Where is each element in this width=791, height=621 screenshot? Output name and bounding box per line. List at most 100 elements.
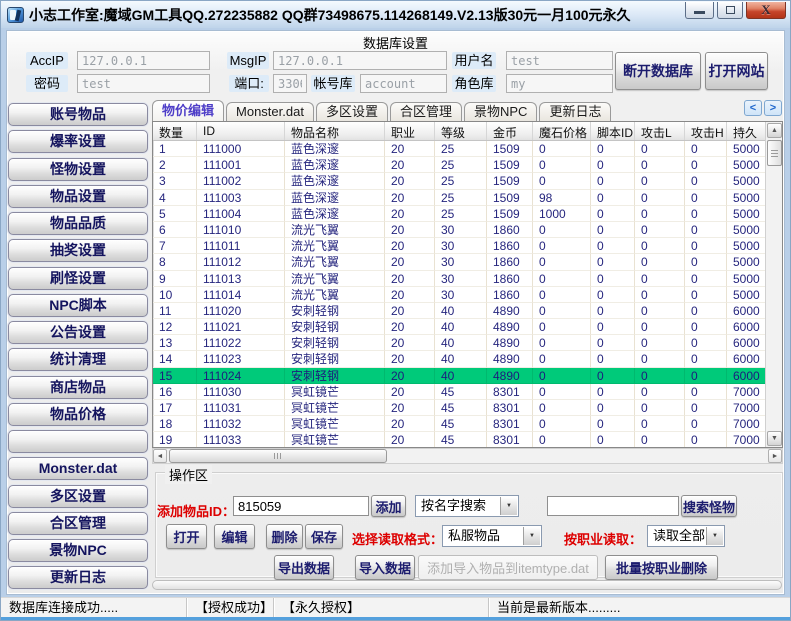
column-header-7[interactable]: 魔石价格 (533, 122, 591, 140)
table-row[interactable]: 2111001蓝色深邃2025150900005000 (153, 157, 765, 173)
batch-delete-by-class-button[interactable]: 批量按职业删除 (605, 555, 718, 580)
sidebar-item-14[interactable]: Monster.dat (8, 457, 148, 480)
scroll-up-button[interactable]: ▲ (767, 123, 782, 138)
monster-search-input[interactable] (547, 496, 679, 516)
edit-button[interactable]: 编辑 (214, 524, 255, 549)
add-item-id-input[interactable] (233, 496, 369, 516)
port-field[interactable] (273, 74, 307, 93)
table-cell: 7000 (727, 416, 765, 432)
scroll-right-button[interactable]: ► (768, 449, 782, 463)
table-row[interactable]: 19111033冥虹镜芒2045830100007000 (153, 432, 765, 447)
table-row[interactable]: 17111031冥虹镜芒2045830100007000 (153, 400, 765, 416)
tab-2[interactable]: Monster.dat (226, 102, 314, 121)
open-button[interactable]: 打开 (166, 524, 207, 549)
close-button[interactable]: X (746, 2, 786, 19)
table-row[interactable]: 13111022安刺轻钢2040489000006000 (153, 335, 765, 351)
column-header-11[interactable]: 持久 (727, 122, 767, 140)
table-row[interactable]: 14111023安刺轻钢2040489000006000 (153, 351, 765, 367)
save-button[interactable]: 保存 (305, 524, 343, 549)
column-header-4[interactable]: 职业 (385, 122, 435, 140)
maximize-button[interactable] (717, 2, 743, 19)
tab-5[interactable]: 景物NPC (464, 102, 537, 121)
tab-scroll-left-button[interactable]: < (744, 100, 762, 116)
table-cell: 0 (533, 173, 591, 189)
sidebar-item-2[interactable]: 爆率设置 (8, 130, 148, 153)
role-db-field[interactable] (506, 74, 613, 93)
column-header-2[interactable]: ID (197, 122, 285, 140)
import-data-button[interactable]: 导入数据 (355, 555, 415, 580)
scroll-down-button[interactable]: ▼ (767, 431, 782, 446)
sidebar-item-7[interactable]: 刷怪设置 (8, 267, 148, 290)
table-row[interactable]: 12111021安刺轻钢2040489000006000 (153, 319, 765, 335)
vertical-scroll-thumb[interactable] (767, 140, 782, 166)
table-row[interactable]: 18111032冥虹镜芒2045830100007000 (153, 416, 765, 432)
table-row[interactable]: 10111014流光飞翼2030186000005000 (153, 287, 765, 303)
sidebar-item-13[interactable] (8, 430, 148, 453)
sidebar-item-9[interactable]: 公告设置 (8, 321, 148, 344)
column-header-9[interactable]: 攻击L (635, 122, 685, 140)
delete-button[interactable]: 删除 (266, 524, 303, 549)
sidebar-item-5[interactable]: 物品品质 (8, 212, 148, 235)
sidebar-item-4[interactable]: 物品设置 (8, 185, 148, 208)
tab-6[interactable]: 更新日志 (539, 102, 611, 121)
tab-scroll-right-button[interactable]: > (764, 100, 782, 116)
account-db-field[interactable] (360, 74, 447, 93)
column-header-1[interactable]: 数量 (153, 122, 197, 140)
sidebar-item-1[interactable]: 账号物品 (8, 103, 148, 126)
read-by-class-select[interactable]: 读取全部 ▼ (647, 525, 725, 547)
column-header-6[interactable]: 金币 (487, 122, 533, 140)
add-button[interactable]: 添加 (371, 495, 406, 517)
column-header-5[interactable]: 等级 (435, 122, 487, 140)
table-row[interactable]: 5111004蓝色深邃2025150910000005000 (153, 206, 765, 222)
table-row[interactable]: 16111030冥虹镜芒2045830100007000 (153, 384, 765, 400)
scroll-left-button[interactable]: ◄ (153, 449, 167, 463)
column-header-10[interactable]: 攻击H (685, 122, 727, 140)
sidebar-item-16[interactable]: 合区管理 (8, 512, 148, 535)
table-row[interactable]: 9111013流光飞翼2030186000005000 (153, 271, 765, 287)
read-format-select[interactable]: 私服物品 ▼ (442, 525, 542, 547)
table-cell: 0 (533, 351, 591, 367)
horizontal-scrollbar[interactable]: ◄ ► (152, 448, 783, 464)
table-row[interactable]: 1111000蓝色深邃2025150900005000 (153, 141, 765, 157)
sidebar-item-17[interactable]: 景物NPC (8, 539, 148, 562)
sidebar-item-3[interactable]: 怪物设置 (8, 158, 148, 181)
sidebar-item-10[interactable]: 统计清理 (8, 348, 148, 371)
column-header-8[interactable]: 脚本ID (591, 122, 635, 140)
sidebar-item-8[interactable]: NPC脚本 (8, 294, 148, 317)
table-row[interactable]: 4111003蓝色深邃20251509980005000 (153, 190, 765, 206)
dropdown-arrow-icon[interactable]: ▼ (706, 527, 723, 545)
sidebar-item-6[interactable]: 抽奖设置 (8, 239, 148, 262)
username-field[interactable] (506, 51, 613, 70)
table-cell: 蓝色深邃 (285, 173, 385, 189)
table-row[interactable]: 3111002蓝色深邃2025150900005000 (153, 173, 765, 189)
sidebar-item-12[interactable]: 物品价格 (8, 403, 148, 426)
table-row[interactable]: 15111024安刺轻钢2040489000006000 (153, 368, 765, 384)
table-cell: 30 (435, 254, 487, 270)
dropdown-arrow-icon[interactable]: ▼ (523, 527, 540, 545)
table-cell: 0 (533, 287, 591, 303)
open-website-button[interactable]: 打开网站 (705, 52, 768, 90)
dropdown-arrow-icon[interactable]: ▼ (500, 497, 517, 515)
horizontal-scroll-thumb[interactable] (169, 449, 387, 463)
search-mode-select[interactable]: 按名字搜索 ▼ (415, 495, 519, 517)
export-data-button[interactable]: 导出数据 (274, 555, 334, 580)
sidebar-item-15[interactable]: 多区设置 (8, 485, 148, 508)
column-header-3[interactable]: 物品名称 (285, 122, 385, 140)
minimize-button[interactable] (685, 2, 714, 19)
tab-3[interactable]: 多区设置 (316, 102, 388, 121)
sidebar-item-11[interactable]: 商店物品 (8, 376, 148, 399)
table-cell: 1509 (487, 206, 533, 222)
search-monster-button[interactable]: 搜索怪物 (681, 495, 737, 517)
tab-1[interactable]: 物价编辑 (152, 100, 224, 121)
disconnect-db-button[interactable]: 断开数据库 (615, 52, 701, 90)
tab-4[interactable]: 合区管理 (390, 102, 462, 121)
table-cell: 13 (153, 335, 197, 351)
table-row[interactable]: 7111011流光飞翼2030186000005000 (153, 238, 765, 254)
table-cell: 20 (385, 254, 435, 270)
table-row[interactable]: 8111012流光飞翼2030186000005000 (153, 254, 765, 270)
table-row[interactable]: 11111020安刺轻钢2040489000006000 (153, 303, 765, 319)
table-row[interactable]: 6111010流光飞翼2030186000005000 (153, 222, 765, 238)
msgip-field[interactable] (273, 51, 447, 70)
sidebar-item-18[interactable]: 更新日志 (8, 566, 148, 589)
vertical-scrollbar[interactable]: ▲ ▼ (765, 122, 782, 447)
